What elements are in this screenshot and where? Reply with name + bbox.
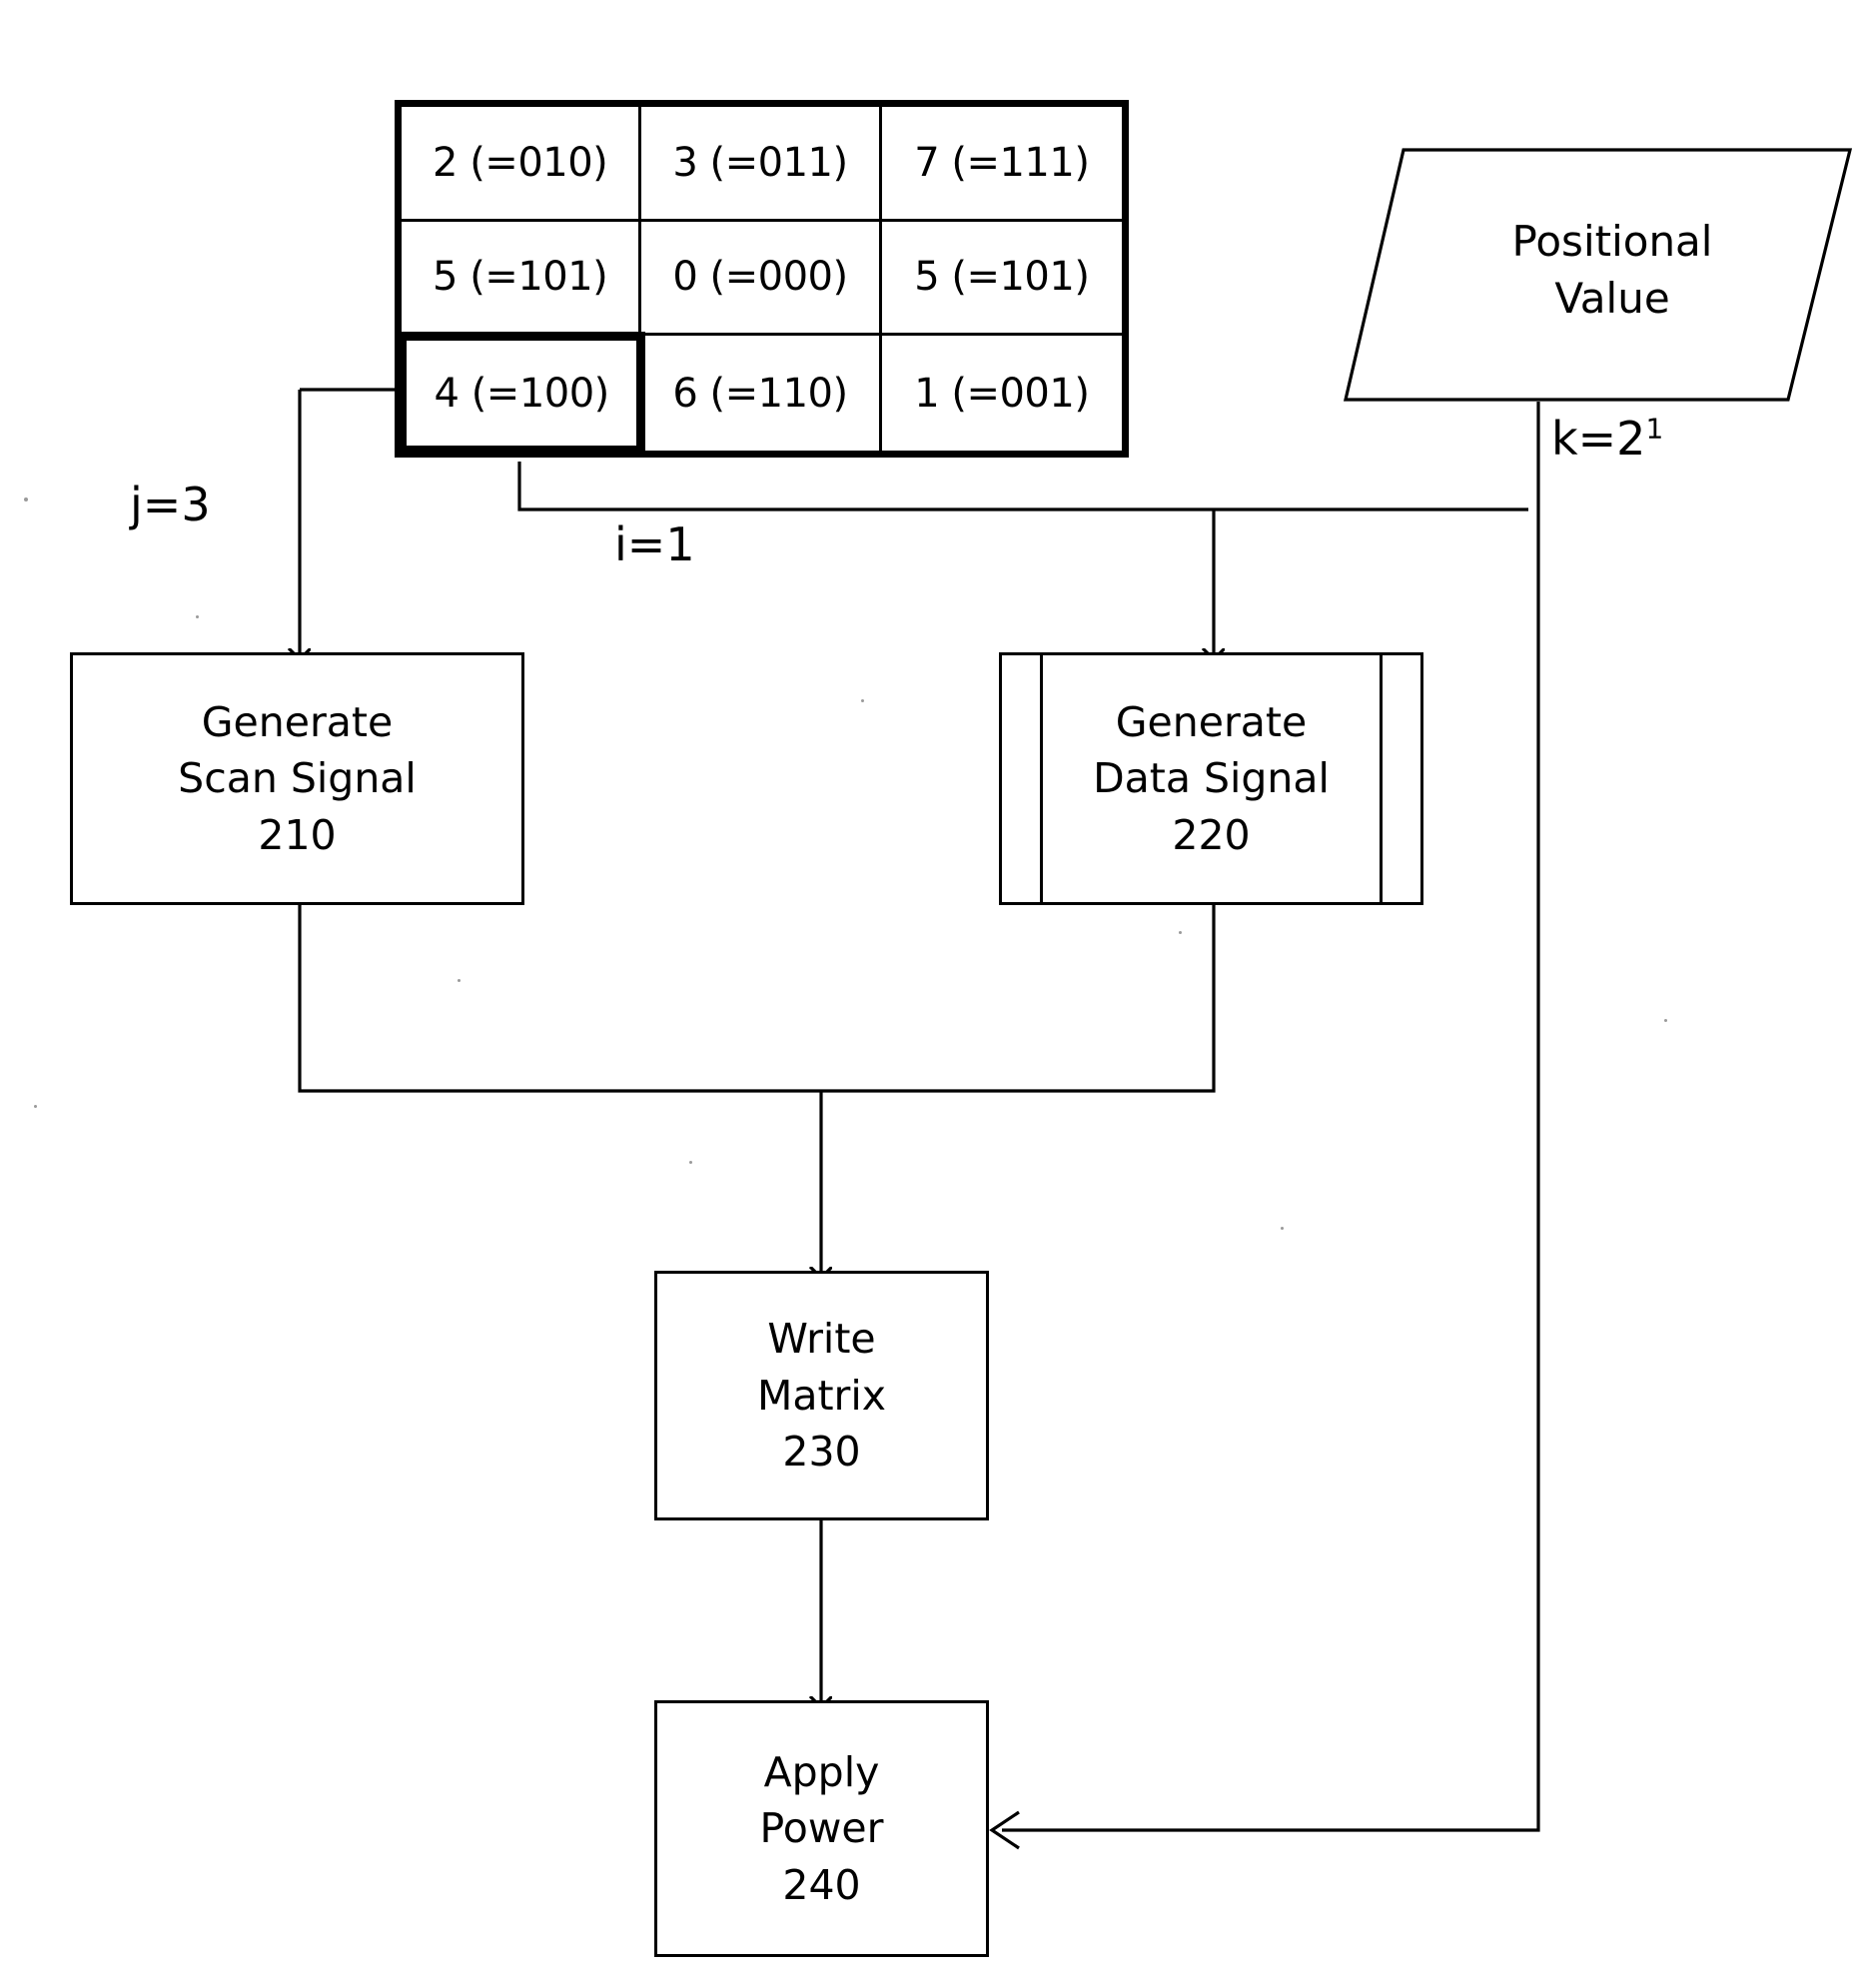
scan-speckle	[34, 1105, 37, 1108]
diagram-canvas: 2 (=010) 3 (=011) 7 (=111) 5 (=101) 0 (=…	[0, 0, 1870, 1988]
write-box-line1: Write	[767, 1315, 876, 1364]
matrix-cell[interactable]: 3 (=011)	[641, 107, 882, 222]
matrix-cell-highlighted[interactable]: 4 (=100)	[398, 332, 646, 455]
positional-value-matrix: 2 (=010) 3 (=011) 7 (=111) 5 (=101) 0 (=…	[395, 100, 1129, 458]
scan-box-line2: Scan Signal	[178, 754, 417, 803]
positional-value-line1: Positional	[1511, 217, 1713, 267]
scan-speckle	[196, 615, 199, 618]
positional-value-line2: Value	[1554, 274, 1670, 323]
edge-label-i: i=1	[614, 517, 695, 571]
scan-speckle	[689, 1161, 692, 1164]
generate-data-signal-box[interactable]: Generate Data Signal 220	[999, 652, 1423, 905]
edge-label-k: k=21	[1551, 412, 1663, 466]
data-box-line2: Data Signal	[1093, 754, 1330, 803]
matrix-cell[interactable]: 6 (=110)	[641, 336, 882, 451]
scan-box-ref: 210	[258, 810, 337, 859]
scan-speckle	[1664, 1019, 1667, 1022]
write-matrix-box[interactable]: Write Matrix 230	[654, 1271, 989, 1520]
matrix-cell[interactable]: 0 (=000)	[641, 221, 882, 337]
write-box-ref: 230	[782, 1428, 861, 1477]
scan-speckle	[1179, 931, 1182, 934]
positional-value-node[interactable]: Positional Value	[1339, 140, 1858, 402]
scan-speckle	[458, 979, 461, 982]
matrix-cell[interactable]: 1 (=001)	[882, 336, 1122, 451]
matrix-cell[interactable]: 5 (=101)	[881, 222, 1122, 337]
apply-power-box[interactable]: Apply Power 240	[654, 1700, 989, 1957]
scan-speckle	[1281, 1227, 1284, 1230]
power-box-line2: Power	[759, 1804, 884, 1853]
k-exponent: 1	[1645, 412, 1664, 446]
data-box-ref: 220	[1172, 810, 1251, 859]
matrix-cell[interactable]: 5 (=101)	[402, 221, 642, 337]
predefined-process-bar-right	[1380, 655, 1383, 902]
power-box-line1: Apply	[763, 1747, 880, 1796]
scan-speckle	[24, 497, 28, 501]
k-base: k=2	[1551, 412, 1646, 466]
matrix-cell[interactable]: 2 (=010)	[402, 107, 642, 222]
power-box-ref: 240	[782, 1860, 861, 1909]
edge-j3	[300, 388, 398, 652]
predefined-process-bar-left	[1040, 655, 1043, 902]
edge-k	[989, 402, 1540, 1850]
data-box-line1: Generate	[1115, 697, 1308, 746]
edge-label-j: j=3	[130, 478, 211, 531]
generate-scan-signal-box[interactable]: Generate Scan Signal 210	[70, 652, 524, 905]
scan-box-line1: Generate	[201, 697, 394, 746]
positional-value-label: Positional Value	[1339, 140, 1858, 402]
edge-merge-to-write	[298, 905, 1216, 1271]
matrix-cell[interactable]: 7 (=111)	[881, 107, 1122, 222]
scan-speckle	[861, 699, 864, 702]
write-box-line2: Matrix	[756, 1371, 887, 1420]
